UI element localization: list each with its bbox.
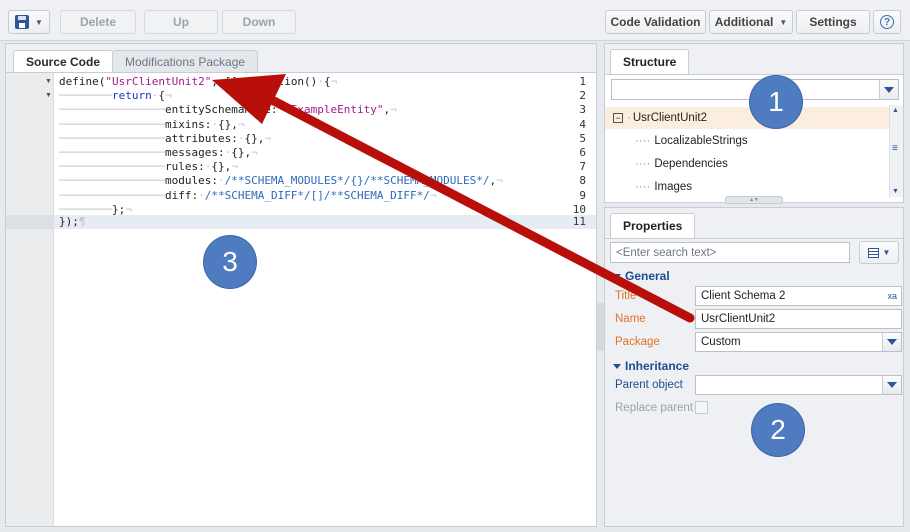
fold-icon[interactable]: ▼ [45, 75, 52, 89]
line-number: 5 [579, 131, 586, 145]
package-label: Package [615, 336, 660, 348]
save-icon [15, 15, 30, 29]
tree-node-root[interactable]: − · UsrClientUnit2 [605, 107, 889, 129]
tree-scrollbar[interactable]: ▲ ≡ ▼ [889, 105, 903, 197]
scroll-down-icon[interactable]: ▼ [892, 188, 899, 195]
source-panel: Source Code Modifications Package 123456… [5, 43, 597, 527]
fold-icon[interactable]: ▼ [45, 89, 52, 103]
package-select[interactable]: Custom [695, 332, 902, 352]
name-value: UsrClientUnit2 [701, 313, 776, 325]
additional-label: Additional [714, 15, 774, 29]
view-options-button[interactable]: ▼ [859, 241, 899, 264]
panel-splitter[interactable] [597, 43, 604, 527]
code-line-9: ────────────────diff:·/**SCHEMA_DIFF*/[]… [59, 188, 437, 202]
package-value: Custom [701, 336, 741, 348]
chevron-down-icon[interactable] [882, 333, 901, 351]
tab-structure[interactable]: Structure [610, 49, 690, 74]
scroll-thumb-icon[interactable]: ≡ [892, 143, 898, 154]
tree-node-label: UsrClientUnit2 [632, 112, 707, 124]
code-line-8: ────────────────modules:·/**SCHEMA_MODUL… [59, 174, 503, 188]
line-number: 7 [579, 160, 586, 174]
code-line-3: ────────────────entitySchemaName:·"Examp… [59, 103, 397, 117]
line-number: 9 [579, 188, 586, 202]
chevron-down-icon: ▼ [882, 248, 891, 257]
settings-button[interactable]: Settings [796, 10, 870, 34]
structure-panel: Structure − · UsrClientUnit2 ···· Locali… [604, 43, 904, 204]
code-line-11: });¶ [59, 215, 86, 228]
title-field[interactable]: Client Schema 2 xa [695, 286, 902, 306]
localize-icon[interactable]: xa [887, 291, 897, 301]
annotation-badge-2: 2 [752, 404, 804, 456]
down-button[interactable]: Down [222, 10, 296, 34]
delete-button[interactable]: Delete [60, 10, 136, 34]
line-number: 1 [579, 75, 586, 88]
tab-properties[interactable]: Properties [610, 213, 696, 238]
up-button[interactable]: Up [144, 10, 218, 34]
active-line [54, 215, 596, 230]
annotation-badge-1: 1 [750, 76, 802, 128]
code-line-1: define("UsrClientUnit2",·[],·function()·… [59, 75, 338, 88]
expand-icon [613, 273, 621, 279]
name-field[interactable]: UsrClientUnit2 [695, 309, 902, 329]
inheritance-section-header[interactable]: Inheritance [613, 359, 689, 373]
tree-node-dependencies[interactable]: ···· Dependencies [605, 153, 728, 175]
replace-parent-label: Replace parent [615, 402, 693, 414]
structure-tree: − · UsrClientUnit2 ···· LocalizableStrin… [605, 105, 903, 197]
line-number: 4 [579, 117, 586, 131]
help-button[interactable]: ? [873, 10, 901, 34]
code-validation-button[interactable]: Code Validation [605, 10, 706, 34]
code-line-6: ────────────────messages:·{},¬ [59, 146, 258, 159]
chevron-down-icon: ▼ [779, 17, 788, 27]
grid-icon [867, 247, 879, 258]
code-line-4: ────────────────mixins:·{},¬ [59, 117, 245, 131]
properties-panel: Properties <Enter search text> ▼ General… [604, 207, 904, 527]
code-line-2: ────────return·{¬ [59, 89, 172, 103]
code-line-7: ────────────────rules:·{},¬ [59, 160, 238, 174]
properties-search-input[interactable]: <Enter search text> [610, 242, 850, 263]
help-icon: ? [880, 15, 894, 29]
tab-source-code[interactable]: Source Code [13, 50, 114, 73]
additional-button[interactable]: Additional ▼ [709, 10, 793, 34]
resize-grip[interactable]: ▴ ▾ [725, 196, 783, 204]
tree-node-label: Images [654, 181, 693, 193]
general-section-header[interactable]: General [613, 269, 670, 283]
save-button[interactable]: ▼ [8, 10, 50, 34]
tree-node-label: Dependencies [654, 158, 728, 170]
line-number: 8 [579, 174, 586, 188]
title-value: Client Schema 2 [701, 290, 786, 302]
tree-node-images[interactable]: ···· Images [605, 176, 692, 197]
tab-modifications-package[interactable]: Modifications Package [112, 50, 259, 72]
annotation-badge-3: 3 [204, 236, 256, 288]
parent-object-label: Parent object [615, 379, 683, 391]
line-number: 2 [579, 89, 586, 103]
replace-parent-checkbox[interactable] [695, 401, 708, 414]
tree-node-localizablestrings[interactable]: ···· LocalizableStrings [605, 130, 748, 152]
general-section-title: General [625, 269, 670, 283]
active-line-gutter [6, 215, 54, 230]
tree-node-label: LocalizableStrings [654, 135, 748, 147]
line-number: 11 [572, 215, 586, 228]
schema-designer: ▼ Delete Up Down Code Validation Additio… [0, 0, 910, 532]
toolbar: ▼ Delete Up Down Code Validation Additio… [0, 0, 910, 41]
code-editor[interactable]: 1 2 3 4 5 6 7 8 9 10 11 ▼ ▼ define("UsrClientUnit2… [6, 72, 596, 526]
line-number: 3 [579, 103, 586, 117]
parent-object-select[interactable] [695, 375, 902, 395]
code-line-5: ────────────────attributes:·{},¬ [59, 131, 271, 145]
scroll-up-icon[interactable]: ▲ [892, 107, 899, 114]
name-label: Name [615, 313, 646, 325]
title-label: Title [615, 290, 637, 302]
splitter-handle[interactable] [597, 303, 604, 351]
chevron-down-icon[interactable] [882, 376, 901, 394]
chevron-down-icon: ▼ [35, 17, 43, 27]
chevron-down-icon[interactable] [879, 80, 898, 99]
collapse-icon[interactable]: − [613, 113, 623, 123]
inheritance-section-title: Inheritance [625, 359, 690, 373]
expand-icon [613, 363, 621, 369]
line-number: 6 [579, 146, 586, 159]
line-number-gutter [6, 73, 54, 526]
